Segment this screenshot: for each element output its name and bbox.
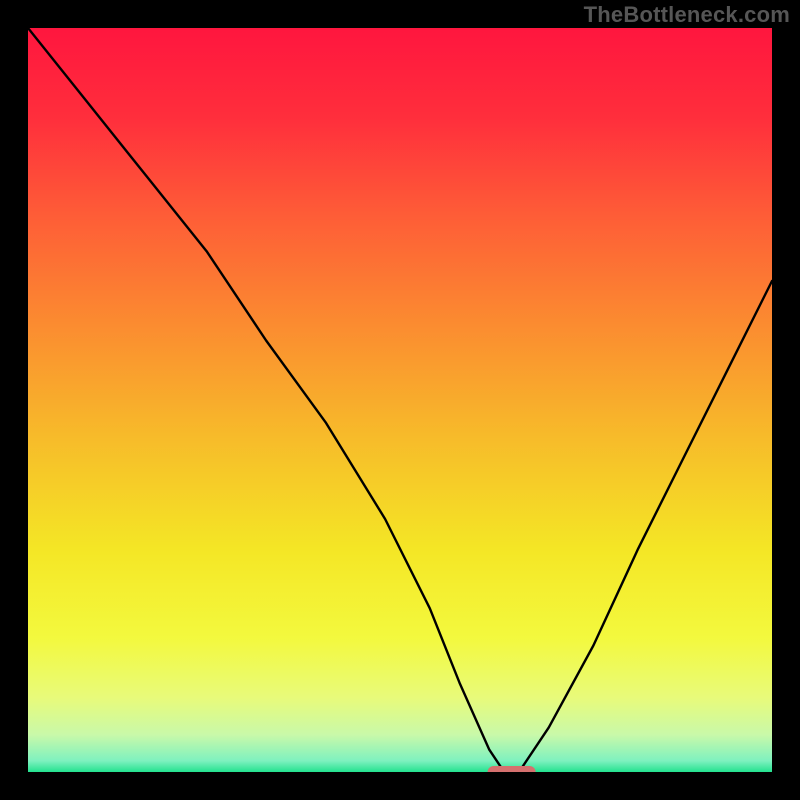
bottleneck-chart bbox=[28, 28, 772, 772]
optimal-marker bbox=[488, 766, 536, 772]
gradient-background bbox=[28, 28, 772, 772]
watermark-text: TheBottleneck.com bbox=[584, 2, 790, 28]
chart-frame: TheBottleneck.com bbox=[0, 0, 800, 800]
